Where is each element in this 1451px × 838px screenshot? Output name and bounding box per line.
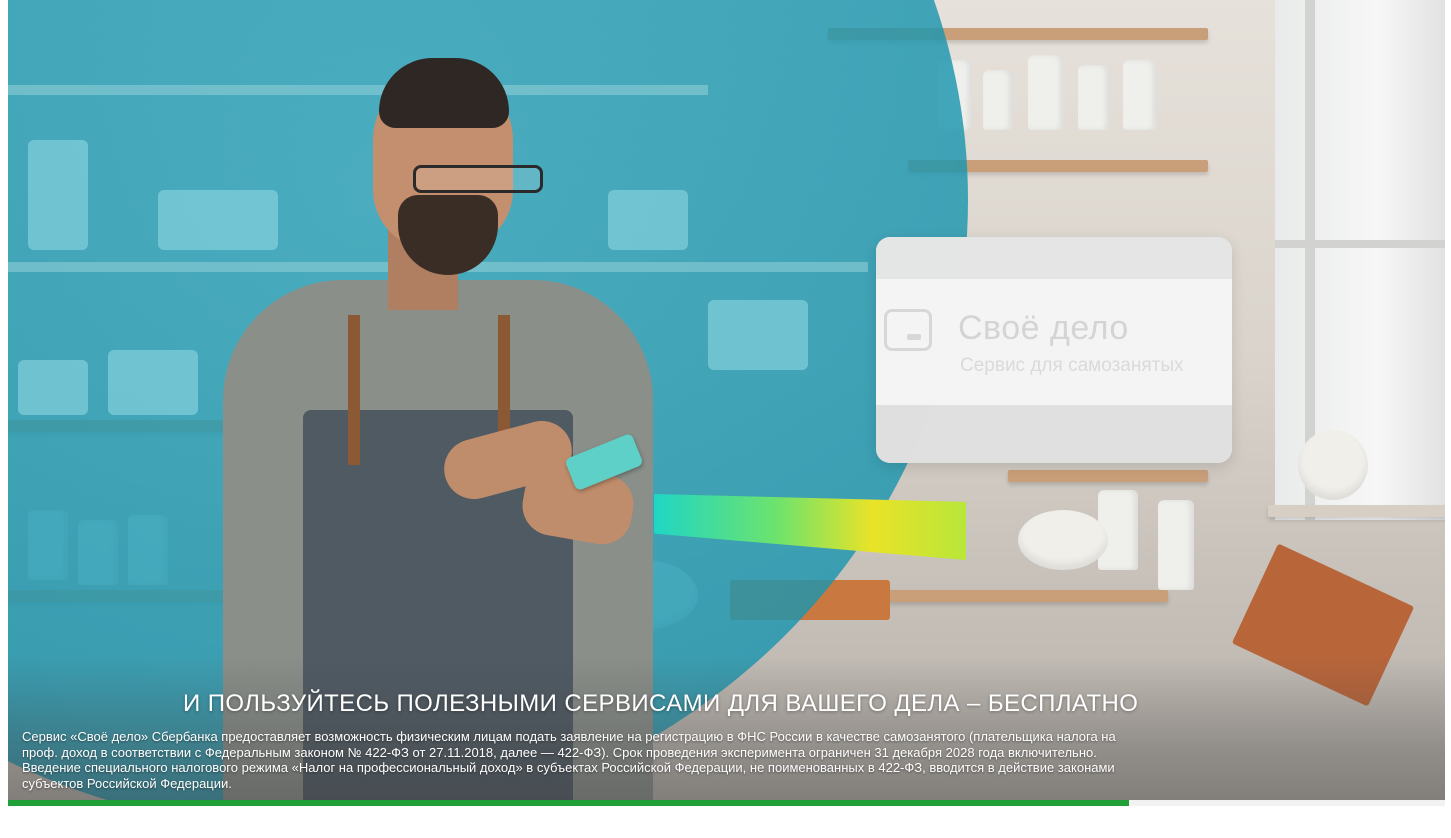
card-subtitle: Сервис для самозанятых (960, 355, 1184, 376)
wallet-icon (884, 309, 932, 351)
shelf (1008, 470, 1208, 482)
card-topbar (876, 237, 1232, 279)
disclaimer-line: проф. доход в соответствии с Федеральным… (22, 744, 1097, 760)
disclaimer-line: субъектов Российской Федерации. (22, 775, 232, 791)
video-progress-bar[interactable] (8, 800, 1445, 806)
shelf (888, 590, 1168, 602)
glasses-icon (413, 165, 543, 193)
legal-disclaimer: Сервис «Своё дело» Сбербанка предоставля… (22, 729, 1432, 791)
app-card: Своё дело Сервис для самозанятых (876, 237, 1232, 463)
shelf (1268, 505, 1445, 517)
headline-caption: И ПОЛЬЗУЙТЕСЬ ПОЛЕЗНЫМИ СЕРВИСАМИ ДЛЯ ВА… (183, 690, 1139, 717)
video-frame: Своё дело Сервис для самозанятых (8, 0, 1445, 806)
card-bottom-bar (876, 405, 1232, 463)
card-title: Своё дело (958, 309, 1129, 347)
disclaimer-line: Введение специального налогового режима … (22, 760, 1115, 775)
disclaimer-line: Сервис «Своё дело» Сбербанка предоставля… (22, 729, 1116, 744)
video-progress-fill (8, 800, 1129, 806)
